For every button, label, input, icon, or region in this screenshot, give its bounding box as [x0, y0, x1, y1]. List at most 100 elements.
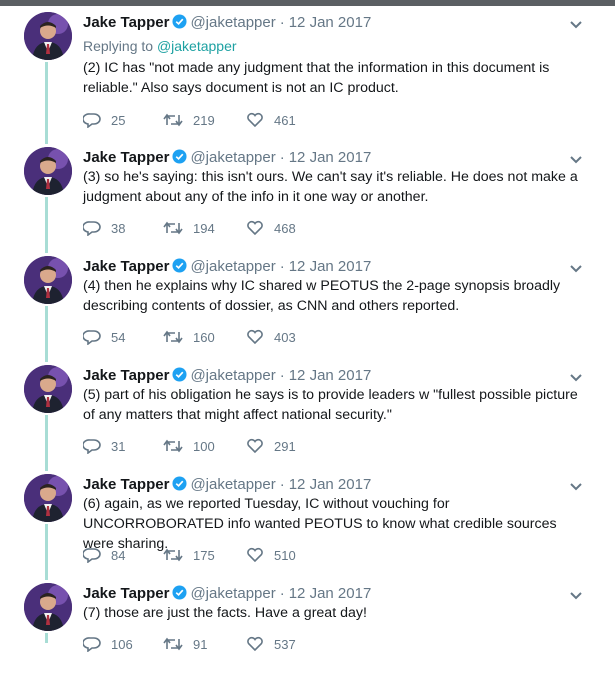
timestamp[interactable]: 12 Jan 2017 — [289, 149, 372, 166]
retweet-button[interactable]: 219 — [163, 112, 215, 128]
timestamp[interactable]: 12 Jan 2017 — [289, 367, 372, 384]
author-name[interactable]: Jake Tapper — [83, 258, 169, 275]
reply-button[interactable]: 84 — [83, 547, 125, 563]
like-button[interactable]: 468 — [246, 220, 296, 236]
avatar[interactable] — [24, 583, 72, 631]
reply-button[interactable]: 31 — [83, 438, 125, 454]
heart-icon — [247, 220, 263, 236]
timestamp[interactable]: 12 Jan 2017 — [289, 14, 372, 31]
retweet-button[interactable]: 91 — [163, 636, 207, 652]
tweet-header: Jake Tapper @jaketapper · 12 Jan 2017 — [83, 149, 371, 168]
replying-to: Replying to @jaketapper — [83, 38, 237, 54]
like-button[interactable]: 403 — [246, 329, 296, 345]
reply-button[interactable]: 38 — [83, 220, 125, 236]
separator-dot: · — [279, 149, 285, 166]
tweet-text: (3) so he's saying: this isn't ours. We … — [83, 169, 578, 205]
tweet[interactable]: Jake Tapper @jaketapper · 12 Jan 2017 (6) a… — [0, 474, 615, 583]
reply-icon — [83, 113, 101, 128]
author-handle[interactable]: @jaketapper — [190, 476, 275, 493]
retweet-count: 194 — [193, 220, 215, 236]
reply-button[interactable]: 25 — [83, 112, 125, 128]
retweet-button[interactable]: 160 — [163, 329, 215, 345]
like-button[interactable]: 291 — [246, 438, 296, 454]
heart-icon — [247, 438, 263, 454]
separator-dot: · — [279, 14, 285, 31]
like-count: 537 — [274, 636, 296, 652]
reply-button[interactable]: 106 — [83, 636, 133, 652]
retweet-button[interactable]: 194 — [163, 220, 215, 236]
tweet[interactable]: Jake Tapper @jaketapper · 12 Jan 2017 (5) p… — [0, 365, 615, 474]
timestamp[interactable]: 12 Jan 2017 — [289, 258, 372, 275]
author-name[interactable]: Jake Tapper — [83, 476, 169, 493]
verified-badge-icon — [172, 149, 187, 168]
reply-count: 25 — [111, 112, 126, 128]
tweet-text: (5) part of his obligation he says is to… — [83, 387, 578, 423]
retweet-icon — [163, 548, 183, 562]
verified-badge-icon — [172, 367, 187, 386]
author-handle[interactable]: @jaketapper — [190, 585, 275, 602]
retweet-icon — [163, 637, 183, 651]
reply-button[interactable]: 54 — [83, 329, 125, 345]
reply-count: 31 — [111, 438, 126, 454]
retweet-count: 100 — [193, 438, 215, 454]
replying-to-link[interactable]: @jaketapper — [157, 38, 237, 54]
tweet-text: (4) then he explains why IC shared w PEO… — [83, 278, 561, 314]
retweet-count: 175 — [193, 547, 215, 563]
author-name[interactable]: Jake Tapper — [83, 585, 169, 602]
reply-count: 84 — [111, 547, 126, 563]
chevron-down-icon[interactable] — [568, 480, 584, 492]
reply-icon — [83, 330, 101, 345]
retweet-icon — [163, 221, 183, 235]
chevron-down-icon[interactable] — [568, 262, 584, 274]
thread-connector — [45, 524, 48, 580]
chevron-down-icon[interactable] — [568, 18, 584, 30]
like-button[interactable]: 510 — [246, 547, 296, 563]
verified-badge-icon — [172, 14, 187, 33]
timestamp[interactable]: 12 Jan 2017 — [289, 476, 372, 493]
chevron-down-icon[interactable] — [568, 589, 584, 601]
retweet-button[interactable]: 100 — [163, 438, 215, 454]
avatar[interactable] — [24, 147, 72, 195]
like-button[interactable]: 461 — [246, 112, 296, 128]
separator-dot: · — [279, 585, 285, 602]
reply-count: 54 — [111, 329, 126, 345]
author-name[interactable]: Jake Tapper — [83, 149, 169, 166]
tweet[interactable]: Jake Tapper @jaketapper · 12 Jan 2017 (7) t… — [0, 583, 615, 692]
retweet-icon — [163, 439, 183, 453]
avatar[interactable] — [24, 12, 72, 60]
verified-badge-icon — [172, 258, 187, 277]
chevron-down-icon[interactable] — [568, 153, 584, 165]
like-count: 468 — [274, 220, 296, 236]
tweet-header: Jake Tapper @jaketapper · 12 Jan 2017 — [83, 367, 371, 386]
chevron-down-icon[interactable] — [568, 371, 584, 383]
like-count: 461 — [274, 112, 296, 128]
retweet-count: 91 — [193, 636, 208, 652]
like-button[interactable]: 537 — [246, 636, 296, 652]
author-handle[interactable]: @jaketapper — [190, 367, 275, 384]
heart-icon — [247, 636, 263, 652]
author-handle[interactable]: @jaketapper — [190, 258, 275, 275]
retweet-button[interactable]: 175 — [163, 547, 215, 563]
author-name[interactable]: Jake Tapper — [83, 14, 169, 31]
tweet[interactable]: Jake Tapper @jaketapper · 12 Jan 2017 (4) t… — [0, 256, 615, 365]
author-handle[interactable]: @jaketapper — [190, 149, 275, 166]
replying-prefix: Replying to — [83, 38, 157, 54]
author-handle[interactable]: @jaketapper — [190, 14, 275, 31]
reply-icon — [83, 439, 101, 454]
tweet[interactable]: Jake Tapper @jaketapper · 12 Jan 2017 Reply… — [0, 12, 615, 128]
avatar[interactable] — [24, 474, 72, 522]
tweet-text: (6) again, as we reported Tuesday, IC wi… — [83, 496, 557, 552]
avatar[interactable] — [24, 256, 72, 304]
tweet[interactable]: Jake Tapper @jaketapper · 12 Jan 2017 (3) s… — [0, 147, 615, 256]
author-name[interactable]: Jake Tapper — [83, 367, 169, 384]
tweet-header: Jake Tapper @jaketapper · 12 Jan 2017 — [83, 258, 371, 277]
verified-badge-icon — [172, 476, 187, 495]
retweet-count: 160 — [193, 329, 215, 345]
heart-icon — [247, 329, 263, 345]
avatar[interactable] — [24, 365, 72, 413]
like-count: 510 — [274, 547, 296, 563]
tweet-header: Jake Tapper @jaketapper · 12 Jan 2017 — [83, 585, 371, 604]
reply-icon — [83, 548, 101, 563]
timestamp[interactable]: 12 Jan 2017 — [289, 585, 372, 602]
like-count: 291 — [274, 438, 296, 454]
